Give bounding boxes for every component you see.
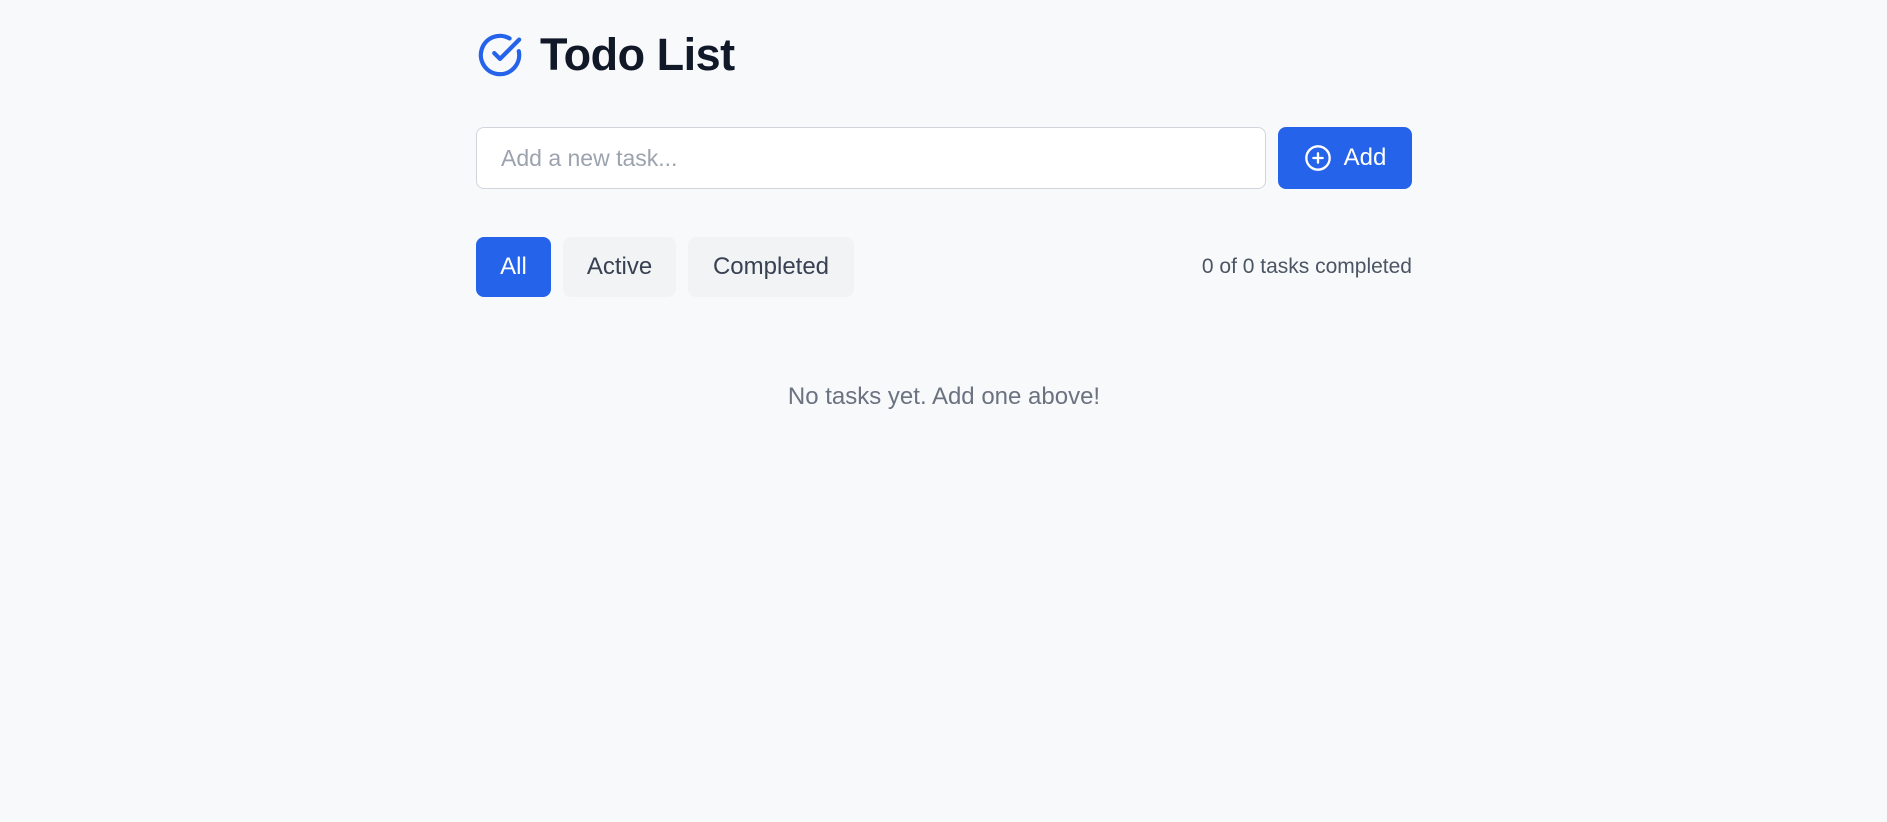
filter-all-button[interactable]: All [476,237,551,297]
filter-completed-button[interactable]: Completed [688,237,854,297]
filter-bar: All Active Completed 0 of 0 tasks comple… [476,237,1412,297]
empty-state-message: No tasks yet. Add one above! [787,383,1101,410]
task-counter: 0 of 0 tasks completed [1201,255,1412,278]
check-circle-icon [476,31,524,79]
add-task-form: Add [476,127,1412,189]
filter-active-button[interactable]: Active [563,237,676,297]
header: Todo List [476,0,1412,110]
add-button-label: Add [1343,144,1387,171]
todo-app: Todo List Add All Active Completed 0 of … [476,0,1412,410]
add-button[interactable]: Add [1278,127,1412,189]
page-title: Todo List [540,29,735,80]
new-task-input[interactable] [476,127,1266,189]
plus-circle-icon [1304,144,1332,172]
